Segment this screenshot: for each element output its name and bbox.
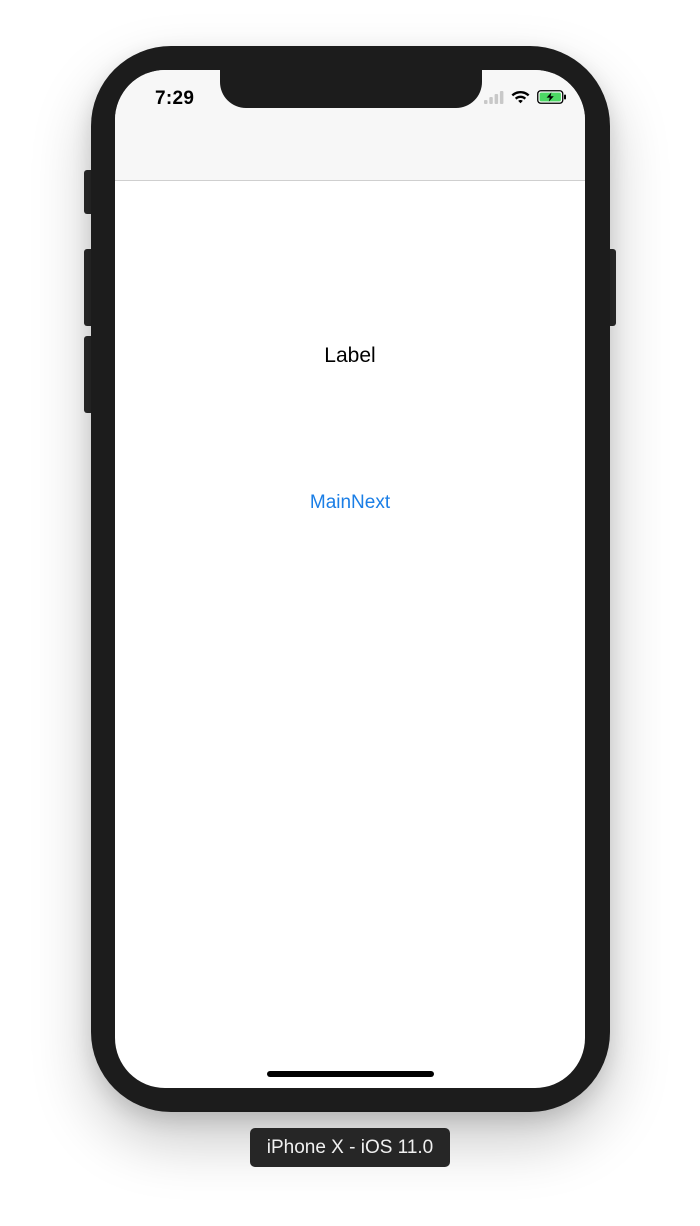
simulator-stage: 7:29 Label MainNext iPhone X - iOS 11.0 [0,0,700,1226]
cellular-signal-icon [484,90,504,109]
device-screen: 7:29 Label MainNext [115,70,585,1088]
status-time: 7:29 [155,88,195,109]
device-caption: iPhone X - iOS 11.0 [250,1128,450,1167]
main-next-button[interactable]: MainNext [290,488,410,518]
notch [220,70,482,108]
home-indicator[interactable] [267,1071,434,1077]
wifi-icon [511,90,530,109]
battery-charging-icon [537,90,567,109]
content-label: Label [324,344,376,367]
status-icons [484,90,567,109]
